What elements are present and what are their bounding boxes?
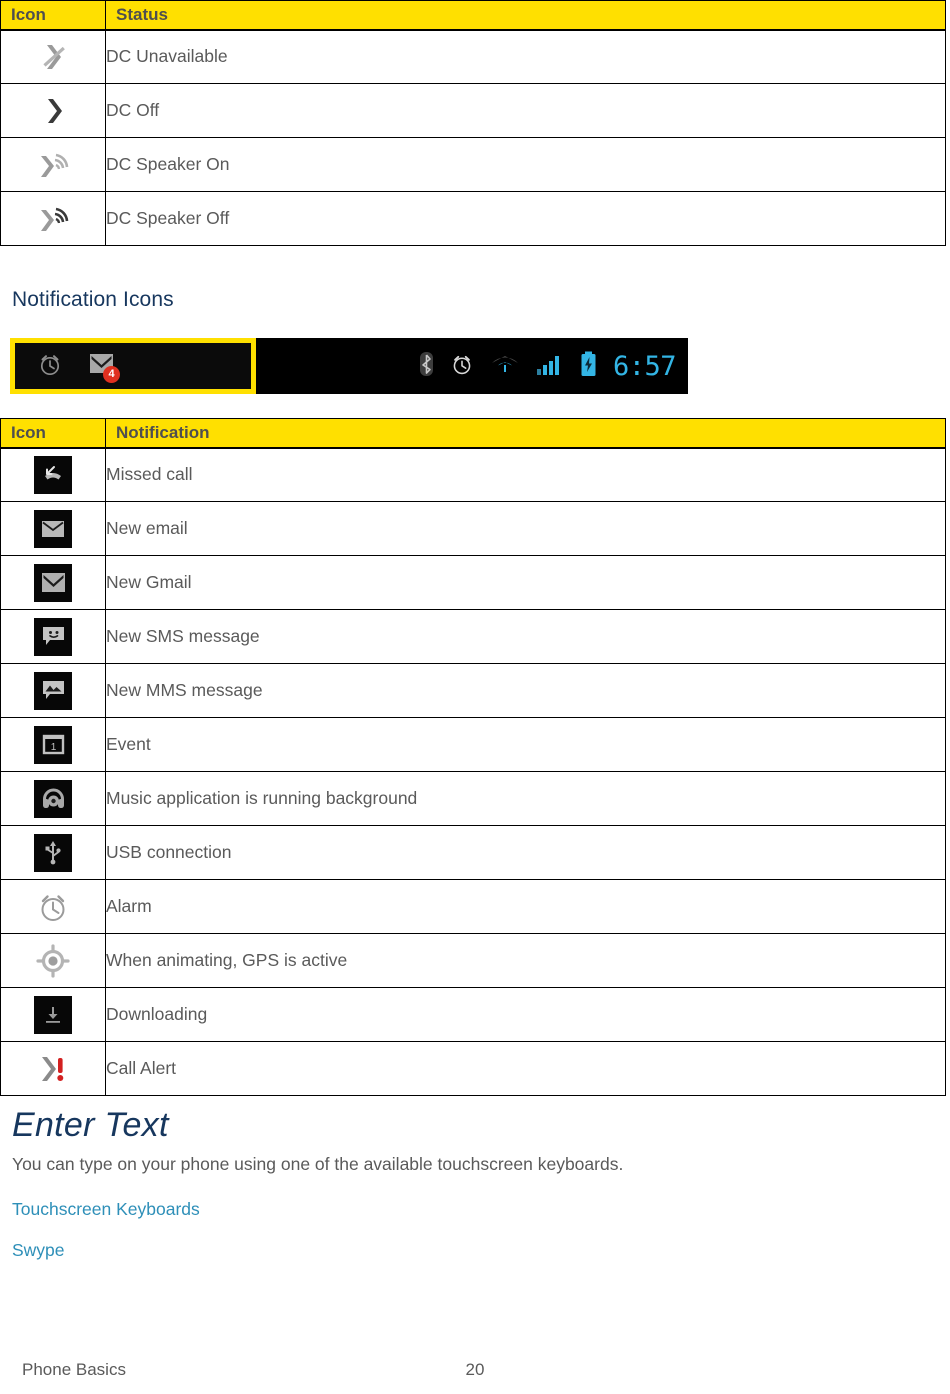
table-row: Music application is running background <box>0 771 946 826</box>
notification-label: New MMS message <box>105 663 946 718</box>
battery-charging-icon <box>580 351 597 382</box>
icon-cell <box>0 501 106 556</box>
gmail-unread-badge: 4 <box>103 366 120 383</box>
table-row: DC Speaker On <box>0 137 946 192</box>
notification-label: New email <box>105 501 946 556</box>
status-label: DC Speaker Off <box>105 191 946 246</box>
notification-label: New SMS message <box>105 609 946 664</box>
notification-label: Missed call <box>105 447 946 502</box>
dc-speaker-on-icon <box>34 146 72 184</box>
notification-label: Downloading <box>105 987 946 1042</box>
alarm-clock-icon <box>34 888 72 926</box>
intro-paragraph: You can type on your phone using one of … <box>12 1154 624 1174</box>
icon-cell <box>0 447 106 502</box>
icon-cell <box>0 609 106 664</box>
icon-cell <box>0 1041 106 1096</box>
icon-cell <box>0 555 106 610</box>
usb-connection-icon <box>34 833 72 872</box>
notification-table-header-icon: Icon <box>0 418 106 449</box>
page-section-heading: Notification Icons <box>12 288 174 311</box>
notification-label: When animating, GPS is active <box>105 933 946 988</box>
icon-cell: 1 <box>0 717 106 772</box>
page-footer: Phone Basics 20 <box>0 1360 950 1380</box>
dc-unavailable-icon <box>34 38 72 76</box>
icon-cell <box>0 825 106 880</box>
table-row: When animating, GPS is active <box>0 933 946 988</box>
new-sms-icon <box>34 617 72 656</box>
status-bar-clock: 6:57 <box>612 350 677 382</box>
table-row: Downloading <box>0 987 946 1042</box>
footer-page-number: 20 <box>465 1360 485 1379</box>
dc-speaker-off-icon <box>34 200 72 238</box>
link-swype[interactable]: Swype <box>12 1240 950 1261</box>
new-mms-icon <box>34 671 72 710</box>
notification-label: USB connection <box>105 825 946 880</box>
table-row: New Gmail <box>0 555 946 610</box>
table-row: DC Off <box>0 83 946 138</box>
icon-cell <box>0 663 106 718</box>
downloading-icon <box>34 995 72 1034</box>
link-touchscreen-keyboards[interactable]: Touchscreen Keyboards <box>12 1199 950 1220</box>
table-row: DC Unavailable <box>0 29 946 84</box>
svg-text:1: 1 <box>50 742 56 753</box>
status-label: DC Off <box>105 83 946 138</box>
table-row: New SMS message <box>0 609 946 664</box>
table-row: DC Speaker Off <box>0 191 946 246</box>
table-row: Missed call <box>0 447 946 502</box>
notification-label: New Gmail <box>105 555 946 610</box>
wifi-icon <box>490 352 520 381</box>
table-header-row: Icon Status <box>0 0 946 31</box>
status-label: DC Unavailable <box>105 29 946 84</box>
table-row: New email <box>0 501 946 556</box>
page-title: Enter Text <box>12 1106 169 1144</box>
icon-cell <box>0 771 106 826</box>
alarm-clock-icon <box>37 351 63 382</box>
gps-active-icon <box>34 942 72 980</box>
status-icon-table: Icon Status DC Unavailable DC Off DC Spe… <box>0 0 946 246</box>
music-headphones-icon <box>34 779 72 818</box>
android-status-bar-screenshot: 4 6:57 <box>10 338 688 394</box>
bluetooth-icon <box>419 351 434 382</box>
icon-cell <box>0 29 106 84</box>
table-row: Alarm <box>0 879 946 934</box>
table-row: Call Alert <box>0 1041 946 1096</box>
missed-call-icon <box>34 455 72 494</box>
icon-cell <box>0 83 106 138</box>
notification-label: Alarm <box>105 879 946 934</box>
dc-off-icon <box>34 92 72 130</box>
icon-cell <box>0 191 106 246</box>
table-row: 1 Event <box>0 717 946 772</box>
table-row: New MMS message <box>0 663 946 718</box>
icon-cell <box>0 137 106 192</box>
icon-cell <box>0 879 106 934</box>
system-status-icons: 6:57 <box>419 338 688 394</box>
event-calendar-icon: 1 <box>34 725 72 764</box>
new-email-icon <box>34 509 72 548</box>
table-row: USB connection <box>0 825 946 880</box>
call-alert-icon <box>34 1050 72 1088</box>
icon-cell <box>0 987 106 1042</box>
status-table-header-status: Status <box>105 0 946 31</box>
status-table-header-icon: Icon <box>0 0 106 31</box>
new-gmail-icon <box>34 563 72 602</box>
icon-cell <box>0 933 106 988</box>
notification-label: Event <box>105 717 946 772</box>
notification-label: Music application is running background <box>105 771 946 826</box>
notification-icon-table: Icon Notification Missed call New email … <box>0 418 946 1096</box>
signal-bars-icon <box>536 352 564 381</box>
notification-table-header-notification: Notification <box>105 418 946 449</box>
gmail-icon: 4 <box>89 353 120 383</box>
notification-label: Call Alert <box>105 1041 946 1096</box>
notification-area-highlight: 4 <box>10 338 256 394</box>
alarm-clock-icon <box>450 352 474 381</box>
table-header-row: Icon Notification <box>0 418 946 449</box>
status-label: DC Speaker On <box>105 137 946 192</box>
